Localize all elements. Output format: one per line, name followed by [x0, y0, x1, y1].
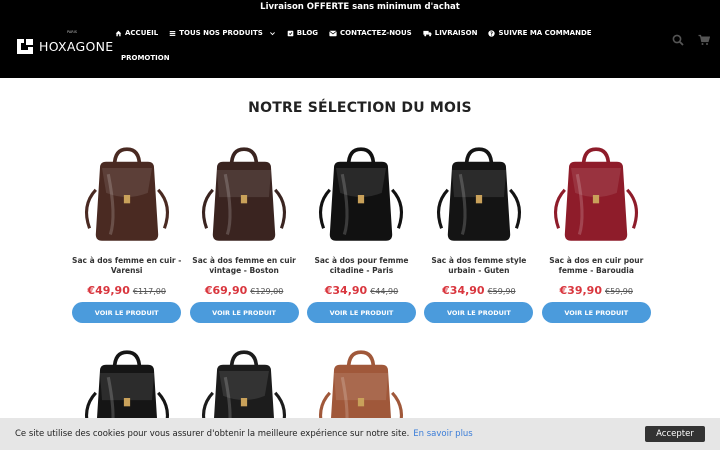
product-old-price: €117,00 — [132, 287, 166, 296]
truck-icon — [423, 30, 432, 36]
site-header: HOXAGONE PARIS ACCUEIL TOUS NOS PRODUITS… — [0, 14, 720, 78]
nav-item-label: ACCUEIL — [125, 29, 159, 37]
page: Livraison OFFERTE sans minimum d'achat H… — [0, 0, 720, 450]
product-old-price: €59,90 — [487, 287, 516, 296]
cookie-banner: Ce site utilise des cookies pour vous as… — [0, 418, 720, 450]
product-image[interactable] — [72, 140, 182, 250]
shipping-banner: Livraison OFFERTE sans minimum d'achat — [0, 0, 720, 14]
cookie-text: Ce site utilise des cookies pour vous as… — [15, 429, 410, 439]
product-price: €34,90 — [324, 284, 368, 297]
logo-text: HOXAGONE — [39, 39, 114, 54]
cookie-accept-button[interactable]: Accepter — [645, 426, 705, 442]
question-circle-icon: ? — [488, 29, 496, 37]
search-icon[interactable] — [672, 34, 684, 46]
nav-item-label: TOUS NOS PRODUITS — [179, 29, 263, 37]
nav-item-blog[interactable]: BLOG — [287, 29, 318, 37]
cookie-message: Ce site utilise des cookies pour vous as… — [15, 429, 473, 439]
cookie-learn-more-link[interactable]: En savoir plus — [413, 429, 472, 439]
main-nav: ACCUEIL TOUS NOS PRODUITS BLOG CONTACTEZ… — [115, 14, 592, 62]
nav-item-livraison[interactable]: LIVRAISON — [423, 29, 478, 37]
product-image[interactable] — [424, 140, 534, 250]
view-product-button[interactable]: VOIR LE PRODUIT — [541, 302, 651, 323]
home-icon — [115, 30, 122, 36]
product-old-price: €129,00 — [250, 287, 284, 296]
chevron-down-icon — [269, 31, 275, 35]
nav-item-suivi[interactable]: ? SUIVRE MA COMMANDE — [488, 29, 592, 37]
product-name[interactable]: Sac à dos femme style urbain - Guten — [423, 256, 535, 278]
section-title: NOTRE SÉLECTION DU MOIS — [248, 100, 472, 116]
envelope-icon — [329, 30, 337, 36]
nav-item-accueil[interactable]: ACCUEIL — [115, 29, 158, 37]
nav-item-label: SUIVRE MA COMMANDE — [498, 29, 592, 37]
product-old-price: €44,90 — [370, 287, 399, 296]
product-price: €69,90 — [204, 284, 248, 297]
nav-item-label: LIVRAISON — [434, 29, 478, 37]
nav-item-label: BLOG — [296, 29, 319, 37]
product-card[interactable]: Sac à dos en cuir pour femme - Baroudia €… — [538, 140, 655, 323]
product-card[interactable]: Sac à dos femme en cuir vintage - Boston… — [185, 140, 302, 323]
product-image[interactable] — [541, 140, 651, 250]
view-product-button[interactable]: VOIR LE PRODUIT — [72, 302, 182, 323]
product-price: €39,90 — [559, 284, 602, 297]
product-prices: €39,90 €59,90 — [560, 284, 633, 297]
product-grid: Sac à dos femme en cuir - Varensi €49,90 €… — [68, 140, 658, 450]
product-name[interactable]: Sac à dos en cuir pour femme - Baroudia — [540, 256, 652, 278]
product-card[interactable]: Sac à dos pour femme citadine - Paris €34… — [303, 140, 420, 323]
product-price: €49,90 — [87, 284, 130, 297]
nav-item-contact[interactable]: CONTACTEZ-NOUS — [329, 29, 412, 37]
view-product-button[interactable]: VOIR LE PRODUIT — [424, 302, 534, 323]
product-card[interactable]: Sac à dos femme style urbain - Guten €34,… — [420, 140, 537, 323]
product-name[interactable]: Sac à dos femme en cuir vintage - Boston — [188, 256, 300, 278]
cart-icon[interactable] — [698, 34, 710, 46]
view-product-button[interactable]: VOIR LE PRODUIT — [306, 302, 416, 323]
logo-mark-icon — [17, 39, 33, 54]
product-name[interactable]: Sac à dos pour femme citadine - Paris — [305, 256, 417, 278]
header-actions — [672, 34, 710, 46]
product-price: €34,90 — [442, 284, 485, 297]
view-product-button[interactable]: VOIR LE PRODUIT — [189, 302, 299, 323]
product-prices: €49,90 €117,00 — [87, 284, 166, 297]
product-image[interactable] — [306, 140, 416, 250]
product-old-price: €59,90 — [604, 287, 633, 296]
nav-item-label: CONTACTEZ-NOUS — [340, 29, 412, 37]
product-name[interactable]: Sac à dos femme en cuir - Varensi — [71, 256, 183, 278]
product-prices: €34,90 €44,90 — [325, 284, 398, 297]
product-image[interactable] — [189, 140, 299, 250]
logo[interactable]: HOXAGONE — [16, 38, 114, 55]
list-icon — [169, 30, 176, 36]
nav-item-label: PROMOTION — [121, 54, 170, 62]
product-prices: €34,90 €59,90 — [442, 284, 515, 297]
logo-subtext: PARIS — [67, 30, 77, 34]
shipping-banner-text: Livraison OFFERTE sans minimum d'achat — [260, 2, 460, 12]
nav-item-promotion[interactable]: PROMOTION — [121, 54, 170, 62]
product-prices: €69,90 €129,00 — [205, 284, 284, 297]
product-card[interactable]: Sac à dos femme en cuir - Varensi €49,90 €… — [68, 140, 185, 323]
check-square-icon — [287, 30, 294, 36]
svg-text:?: ? — [491, 31, 494, 37]
nav-item-produits[interactable]: TOUS NOS PRODUITS — [169, 29, 276, 37]
